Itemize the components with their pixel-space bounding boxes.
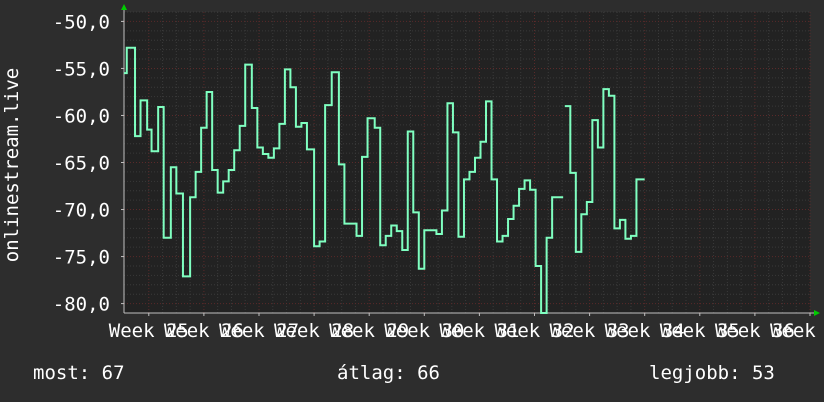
y-tick-label: -60,0 [53,105,110,127]
y-tick-label: -80,0 [53,294,110,316]
stats-bar: most: 67 átlag: 66 legjobb: 53 [0,362,824,390]
x-tick-labels: Week 25Week 26Week 27Week 28Week 29Week … [109,320,824,342]
y-tick-label: -55,0 [53,58,110,80]
best-value: legjobb: 53 [649,362,775,384]
current-value: most: 67 [33,362,125,384]
y-tick-labels: -50,0 -55,0 -60,0 -65,0 -70,0 -75,0 -80,0 [53,11,110,315]
x-axis-arrow [814,310,820,316]
y-tick-label: -65,0 [53,153,110,175]
average-value: átlag: 66 [337,362,440,384]
y-axis-label: onlinestream.live [1,68,23,262]
y-tick-label: -70,0 [53,200,110,222]
y-tick-label: -50,0 [53,11,110,33]
x-tick-label: Week 37 [770,320,824,342]
y-tick-label: -75,0 [53,247,110,269]
y-axis-arrow [121,4,127,10]
chart: -50,0 -55,0 -60,0 -65,0 -70,0 -75,0 -80,0 Week… [1,4,824,342]
